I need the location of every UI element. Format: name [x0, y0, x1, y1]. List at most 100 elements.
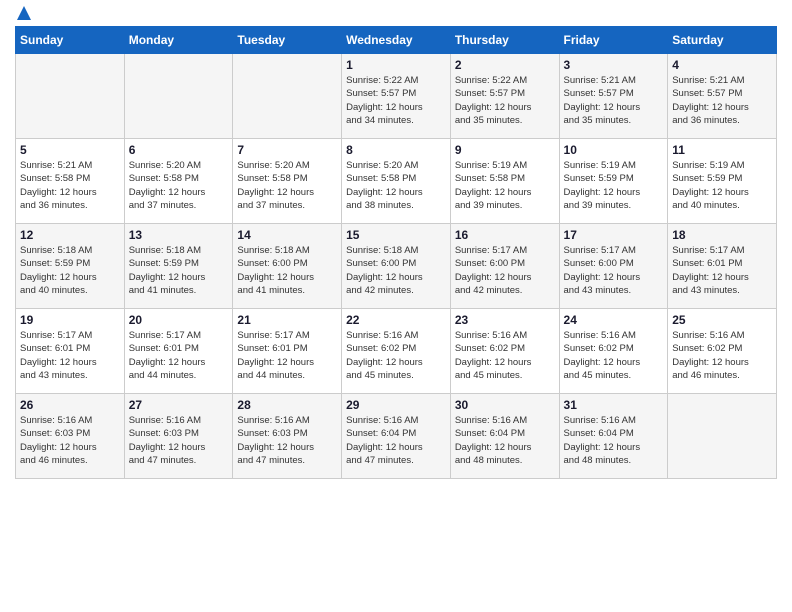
- day-number: 23: [455, 313, 555, 327]
- table-row: 14 Sunrise: 5:18 AM Sunset: 6:00 PM Dayli…: [233, 224, 342, 309]
- day-detail: Sunrise: 5:16 AM Sunset: 6:02 PM Dayligh…: [672, 329, 772, 382]
- day-number: 10: [564, 143, 664, 157]
- day-number: 19: [20, 313, 120, 327]
- day-detail: Sunrise: 5:20 AM Sunset: 5:58 PM Dayligh…: [237, 159, 337, 212]
- day-detail: Sunrise: 5:16 AM Sunset: 6:03 PM Dayligh…: [129, 414, 229, 467]
- day-number: 25: [672, 313, 772, 327]
- table-row: 27 Sunrise: 5:16 AM Sunset: 6:03 PM Dayli…: [124, 394, 233, 479]
- table-row: [124, 54, 233, 139]
- day-detail: Sunrise: 5:20 AM Sunset: 5:58 PM Dayligh…: [346, 159, 446, 212]
- day-detail: Sunrise: 5:18 AM Sunset: 5:59 PM Dayligh…: [129, 244, 229, 297]
- table-row: 1 Sunrise: 5:22 AM Sunset: 5:57 PM Daylig…: [342, 54, 451, 139]
- table-row: [668, 394, 777, 479]
- table-row: 26 Sunrise: 5:16 AM Sunset: 6:03 PM Dayli…: [16, 394, 125, 479]
- table-row: 20 Sunrise: 5:17 AM Sunset: 6:01 PM Dayli…: [124, 309, 233, 394]
- day-number: 18: [672, 228, 772, 242]
- day-detail: Sunrise: 5:17 AM Sunset: 6:01 PM Dayligh…: [237, 329, 337, 382]
- day-number: 28: [237, 398, 337, 412]
- table-row: 29 Sunrise: 5:16 AM Sunset: 6:04 PM Dayli…: [342, 394, 451, 479]
- day-detail: Sunrise: 5:22 AM Sunset: 5:57 PM Dayligh…: [455, 74, 555, 127]
- day-detail: Sunrise: 5:16 AM Sunset: 6:04 PM Dayligh…: [564, 414, 664, 467]
- day-detail: Sunrise: 5:16 AM Sunset: 6:04 PM Dayligh…: [346, 414, 446, 467]
- day-detail: Sunrise: 5:16 AM Sunset: 6:02 PM Dayligh…: [346, 329, 446, 382]
- table-row: 12 Sunrise: 5:18 AM Sunset: 5:59 PM Dayli…: [16, 224, 125, 309]
- table-row: 5Sunrise: 5:21 AM Sunset: 5:58 PM Daylig…: [16, 139, 125, 224]
- day-detail: Sunrise: 5:16 AM Sunset: 6:03 PM Dayligh…: [20, 414, 120, 467]
- day-number: 21: [237, 313, 337, 327]
- weekday-header-monday: Monday: [124, 27, 233, 54]
- calendar-table: SundayMondayTuesdayWednesdayThursdayFrid…: [15, 26, 777, 479]
- table-row: 7 Sunrise: 5:20 AM Sunset: 5:58 PM Daylig…: [233, 139, 342, 224]
- table-row: [16, 54, 125, 139]
- weekday-header-thursday: Thursday: [450, 27, 559, 54]
- day-detail: Sunrise: 5:18 AM Sunset: 5:59 PM Dayligh…: [20, 244, 120, 297]
- table-row: 9 Sunrise: 5:19 AM Sunset: 5:58 PM Daylig…: [450, 139, 559, 224]
- day-detail: Sunrise: 5:16 AM Sunset: 6:02 PM Dayligh…: [455, 329, 555, 382]
- table-row: [233, 54, 342, 139]
- day-detail: Sunrise: 5:19 AM Sunset: 5:58 PM Dayligh…: [455, 159, 555, 212]
- weekday-header-saturday: Saturday: [668, 27, 777, 54]
- day-number: 7: [237, 143, 337, 157]
- table-row: 3 Sunrise: 5:21 AM Sunset: 5:57 PM Daylig…: [559, 54, 668, 139]
- table-row: 2 Sunrise: 5:22 AM Sunset: 5:57 PM Daylig…: [450, 54, 559, 139]
- day-detail: Sunrise: 5:17 AM Sunset: 6:01 PM Dayligh…: [129, 329, 229, 382]
- table-row: 25 Sunrise: 5:16 AM Sunset: 6:02 PM Dayli…: [668, 309, 777, 394]
- table-row: 21 Sunrise: 5:17 AM Sunset: 6:01 PM Dayli…: [233, 309, 342, 394]
- day-detail: Sunrise: 5:17 AM Sunset: 6:00 PM Dayligh…: [564, 244, 664, 297]
- day-number: 8: [346, 143, 446, 157]
- day-number: 31: [564, 398, 664, 412]
- day-number: 29: [346, 398, 446, 412]
- day-number: 4: [672, 58, 772, 72]
- day-number: 5: [20, 143, 120, 157]
- day-detail: Sunrise: 5:19 AM Sunset: 5:59 PM Dayligh…: [564, 159, 664, 212]
- logo-triangle-icon: [17, 6, 31, 20]
- day-detail: Sunrise: 5:21 AM Sunset: 5:57 PM Dayligh…: [672, 74, 772, 127]
- day-detail: Sunrise: 5:17 AM Sunset: 6:00 PM Dayligh…: [455, 244, 555, 297]
- day-detail: Sunrise: 5:16 AM Sunset: 6:02 PM Dayligh…: [564, 329, 664, 382]
- day-number: 6: [129, 143, 229, 157]
- table-row: 13 Sunrise: 5:18 AM Sunset: 5:59 PM Dayli…: [124, 224, 233, 309]
- day-number: 20: [129, 313, 229, 327]
- table-row: 23 Sunrise: 5:16 AM Sunset: 6:02 PM Dayli…: [450, 309, 559, 394]
- day-detail: Sunrise: 5:18 AM Sunset: 6:00 PM Dayligh…: [346, 244, 446, 297]
- day-number: 3: [564, 58, 664, 72]
- day-number: 26: [20, 398, 120, 412]
- table-row: 10 Sunrise: 5:19 AM Sunset: 5:59 PM Dayli…: [559, 139, 668, 224]
- weekday-header-tuesday: Tuesday: [233, 27, 342, 54]
- day-number: 17: [564, 228, 664, 242]
- table-row: 24 Sunrise: 5:16 AM Sunset: 6:02 PM Dayli…: [559, 309, 668, 394]
- day-number: 13: [129, 228, 229, 242]
- day-detail: Sunrise: 5:16 AM Sunset: 6:03 PM Dayligh…: [237, 414, 337, 467]
- table-row: 30 Sunrise: 5:16 AM Sunset: 6:04 PM Dayli…: [450, 394, 559, 479]
- day-number: 12: [20, 228, 120, 242]
- day-number: 15: [346, 228, 446, 242]
- weekday-header-friday: Friday: [559, 27, 668, 54]
- day-number: 14: [237, 228, 337, 242]
- day-number: 16: [455, 228, 555, 242]
- day-detail: Sunrise: 5:18 AM Sunset: 6:00 PM Dayligh…: [237, 244, 337, 297]
- table-row: 28 Sunrise: 5:16 AM Sunset: 6:03 PM Dayli…: [233, 394, 342, 479]
- day-number: 30: [455, 398, 555, 412]
- table-row: 11Sunrise: 5:19 AM Sunset: 5:59 PM Dayli…: [668, 139, 777, 224]
- day-number: 27: [129, 398, 229, 412]
- day-number: 2: [455, 58, 555, 72]
- weekday-header-sunday: Sunday: [16, 27, 125, 54]
- day-detail: Sunrise: 5:17 AM Sunset: 6:01 PM Dayligh…: [20, 329, 120, 382]
- day-number: 1: [346, 58, 446, 72]
- table-row: 18 Sunrise: 5:17 AM Sunset: 6:01 PM Dayli…: [668, 224, 777, 309]
- table-row: 31 Sunrise: 5:16 AM Sunset: 6:04 PM Dayli…: [559, 394, 668, 479]
- logo: [15, 10, 31, 20]
- table-row: 16 Sunrise: 5:17 AM Sunset: 6:00 PM Dayli…: [450, 224, 559, 309]
- day-number: 9: [455, 143, 555, 157]
- table-row: 8 Sunrise: 5:20 AM Sunset: 5:58 PM Daylig…: [342, 139, 451, 224]
- day-detail: Sunrise: 5:19 AM Sunset: 5:59 PM Dayligh…: [672, 159, 772, 212]
- day-number: 22: [346, 313, 446, 327]
- day-detail: Sunrise: 5:22 AM Sunset: 5:57 PM Dayligh…: [346, 74, 446, 127]
- header: [15, 10, 777, 20]
- table-row: 22 Sunrise: 5:16 AM Sunset: 6:02 PM Dayli…: [342, 309, 451, 394]
- day-detail: Sunrise: 5:17 AM Sunset: 6:01 PM Dayligh…: [672, 244, 772, 297]
- day-detail: Sunrise: 5:21 AM Sunset: 5:57 PM Dayligh…: [564, 74, 664, 127]
- table-row: 6Sunrise: 5:20 AM Sunset: 5:58 PM Daylig…: [124, 139, 233, 224]
- day-number: 24: [564, 313, 664, 327]
- day-detail: Sunrise: 5:16 AM Sunset: 6:04 PM Dayligh…: [455, 414, 555, 467]
